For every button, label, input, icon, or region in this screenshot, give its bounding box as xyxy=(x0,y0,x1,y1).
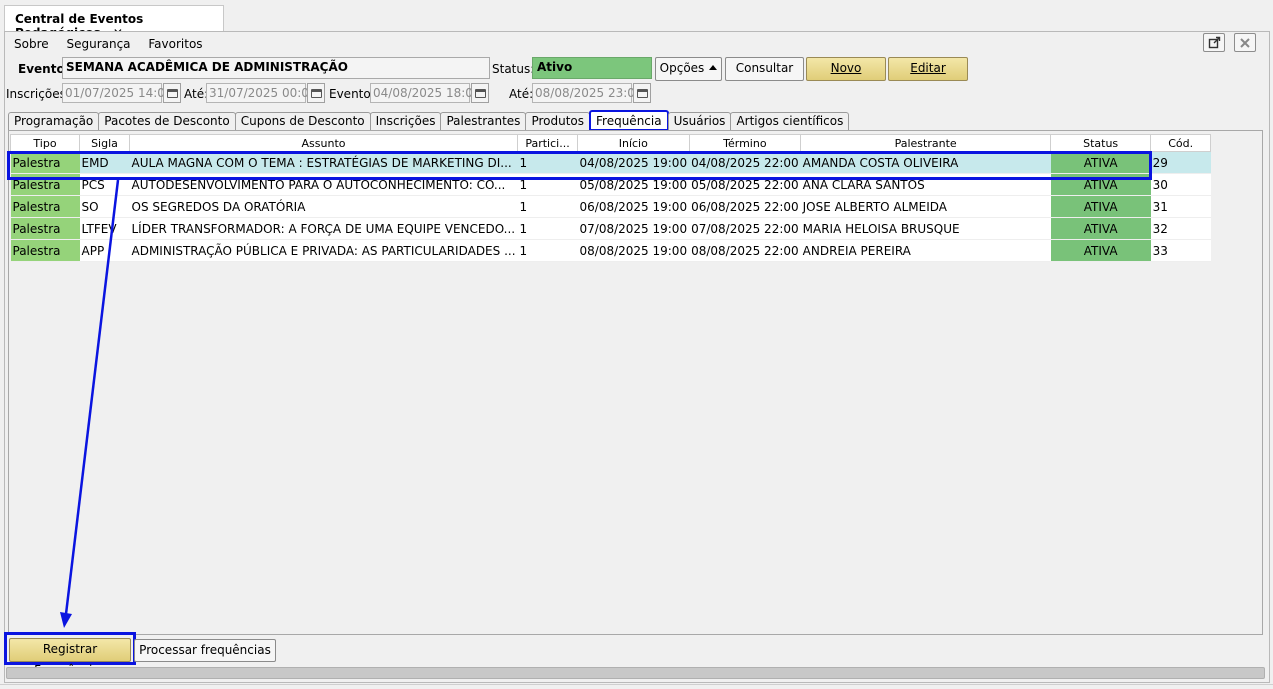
annotation-arrow xyxy=(60,179,120,628)
processar-frequencias-button[interactable]: Processar frequências xyxy=(134,639,276,673)
horizontal-scrollbar[interactable] xyxy=(6,667,1265,679)
bottom-strip xyxy=(0,684,1273,689)
processar-label: Processar frequências xyxy=(139,643,271,657)
registrar-frequencias-button[interactable]: Registrar Frequências xyxy=(9,638,131,677)
